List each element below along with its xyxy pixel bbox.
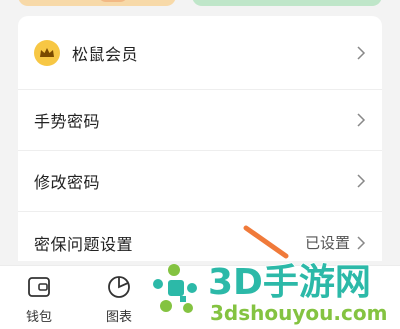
menu-item-label: 松鼠会员 xyxy=(72,44,139,64)
promo-card-right[interactable] xyxy=(192,0,382,6)
menu-item-label: 修改密码 xyxy=(34,173,101,192)
nav-label-chart: 图表 xyxy=(105,310,132,325)
top-banner-strip xyxy=(0,0,400,8)
pie-chart-icon xyxy=(108,276,130,298)
status-value: 已设置 xyxy=(304,234,350,252)
wallet-icon xyxy=(28,277,50,297)
crown-icon xyxy=(34,39,60,66)
menu-item-gesture-password[interactable]: 手势密码 xyxy=(18,90,382,151)
settings-menu-card: 松鼠会员 手势密码 修改密码 密保问题设置 已设置 xyxy=(18,16,382,261)
promo-card-left[interactable] xyxy=(18,0,176,6)
chevron-right-icon xyxy=(357,174,366,188)
menu-item-change-password[interactable]: 修改密码 xyxy=(18,151,382,212)
menu-item-membership[interactable]: 松鼠会员 xyxy=(18,16,382,90)
chevron-right-icon xyxy=(357,235,366,250)
bottom-navigation: 钱包 图表 xyxy=(0,265,400,329)
menu-item-label: 手势密码 xyxy=(34,112,101,131)
nav-tab-wallet[interactable]: 钱包 xyxy=(14,274,64,325)
chevron-right-icon xyxy=(357,113,366,127)
chevron-right-icon xyxy=(357,45,366,60)
menu-item-label: 密保问题设置 xyxy=(34,234,134,254)
menu-item-security-question[interactable]: 密保问题设置 已设置 xyxy=(18,212,382,261)
nav-label-wallet: 钱包 xyxy=(25,310,52,325)
nav-tab-chart[interactable]: 图表 xyxy=(94,274,144,325)
